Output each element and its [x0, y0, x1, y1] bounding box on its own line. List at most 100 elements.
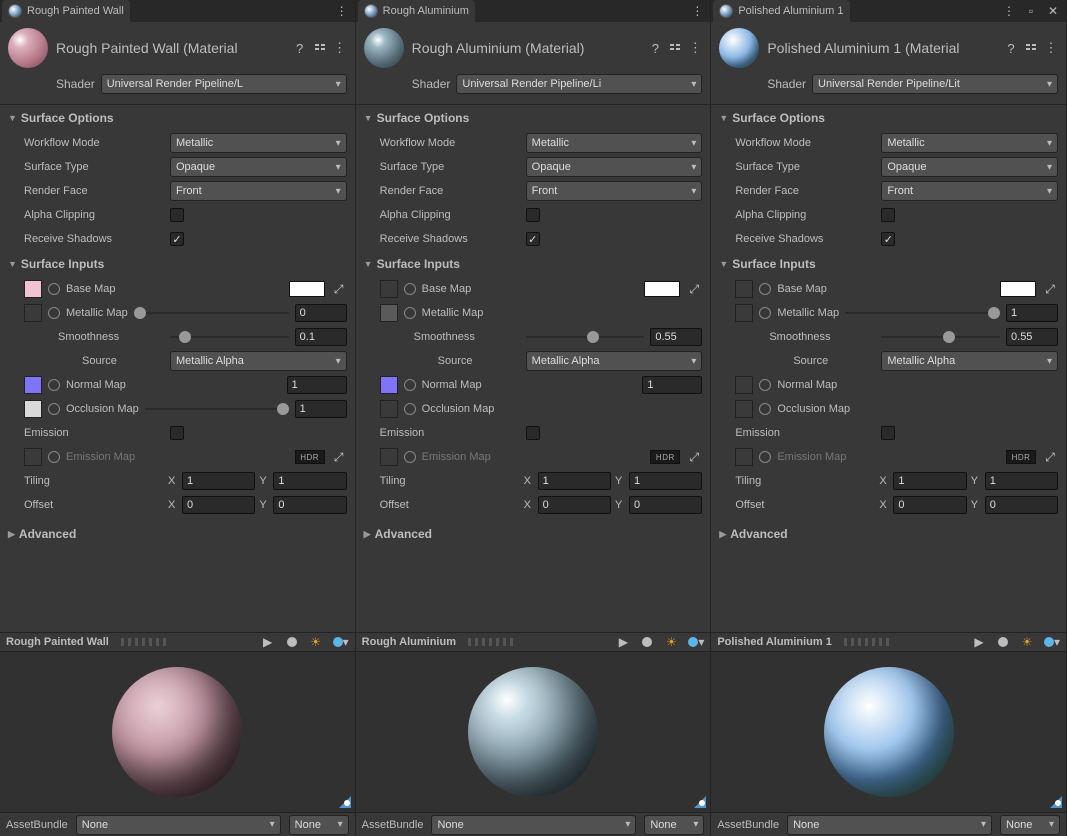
sphere-shape-icon[interactable]: [994, 633, 1012, 651]
occlusion-field[interactable]: 1: [295, 400, 347, 418]
receive-shadows-checkbox[interactable]: ✓: [881, 232, 895, 246]
object-picker-icon[interactable]: [48, 307, 60, 319]
play-icon[interactable]: ▶: [970, 633, 988, 651]
sphere-shape-icon[interactable]: [283, 633, 301, 651]
play-icon[interactable]: ▶: [614, 633, 632, 651]
assetbundle-dropdown[interactable]: None: [787, 815, 992, 835]
lighting-icon[interactable]: ☀: [662, 633, 680, 651]
assetbundle-variant-dropdown[interactable]: None: [289, 815, 349, 835]
normal-map-swatch[interactable]: [735, 376, 753, 394]
tag-icon[interactable]: [688, 790, 706, 808]
smoothness-field[interactable]: 0.1: [295, 328, 347, 346]
smoothness-slider[interactable]: [881, 330, 1000, 344]
preset-icon[interactable]: [1024, 41, 1038, 55]
normal-field[interactable]: 1: [287, 376, 347, 394]
smoothness-slider[interactable]: [170, 330, 289, 344]
help-icon[interactable]: ?: [648, 41, 662, 55]
surface-options-header[interactable]: ▼Surface Options: [711, 105, 1066, 131]
tiling-y[interactable]: 1: [985, 472, 1058, 490]
environment-icon[interactable]: ▾: [331, 633, 349, 651]
object-picker-icon[interactable]: [48, 403, 60, 415]
offset-x[interactable]: 0: [538, 496, 611, 514]
surface-type-dropdown[interactable]: Opaque: [881, 157, 1058, 177]
preview-viewport[interactable]: [356, 652, 711, 812]
tiling-x[interactable]: 1: [538, 472, 611, 490]
normal-map-swatch[interactable]: [24, 376, 42, 394]
metallic-field[interactable]: 1: [1006, 304, 1058, 322]
occlusion-map-swatch[interactable]: [735, 400, 753, 418]
more-icon[interactable]: ⋮: [688, 41, 702, 55]
alpha-clipping-checkbox[interactable]: [881, 208, 895, 222]
workflow-mode-dropdown[interactable]: Metallic: [526, 133, 703, 153]
offset-x[interactable]: 0: [893, 496, 966, 514]
sphere-shape-icon[interactable]: [638, 633, 656, 651]
advanced-header[interactable]: ▶Advanced: [711, 517, 1066, 541]
advanced-header[interactable]: ▶Advanced: [356, 517, 711, 541]
emission-checkbox[interactable]: [881, 426, 895, 440]
surface-inputs-header[interactable]: ▼ Surface Inputs: [0, 251, 355, 277]
base-map-swatch[interactable]: [380, 280, 398, 298]
eyedropper-icon[interactable]: ⤢: [331, 449, 347, 465]
environment-icon[interactable]: ▾: [686, 633, 704, 651]
base-map-color[interactable]: [289, 281, 325, 297]
workflow-mode-dropdown[interactable]: Metallic: [881, 133, 1058, 153]
help-icon[interactable]: ?: [1004, 41, 1018, 55]
metallic-field[interactable]: 0: [295, 304, 347, 322]
tiling-y[interactable]: 1: [273, 472, 346, 490]
object-picker-icon[interactable]: [48, 451, 60, 463]
surface-options-header[interactable]: ▼Surface Options: [356, 105, 711, 131]
metallic-map-swatch[interactable]: [380, 304, 398, 322]
surface-inputs-header[interactable]: ▼Surface Inputs: [356, 251, 711, 277]
source-dropdown[interactable]: Metallic Alpha: [526, 351, 703, 371]
render-face-dropdown[interactable]: Front: [170, 181, 347, 201]
eyedropper-icon[interactable]: ⤢: [1042, 281, 1058, 297]
smoothness-field[interactable]: 0.55: [1006, 328, 1058, 346]
offset-x[interactable]: 0: [182, 496, 255, 514]
normal-map-swatch[interactable]: [380, 376, 398, 394]
preset-icon[interactable]: [668, 41, 682, 55]
occlusion-map-swatch[interactable]: [380, 400, 398, 418]
source-dropdown[interactable]: Metallic Alpha: [881, 351, 1058, 371]
tab-menu-icon[interactable]: ⋮: [1002, 4, 1016, 18]
metallic-slider[interactable]: [845, 306, 1000, 320]
assetbundle-dropdown[interactable]: None: [76, 815, 281, 835]
surface-type-dropdown[interactable]: Opaque: [526, 157, 703, 177]
workflow-mode-dropdown[interactable]: Metallic: [170, 133, 347, 153]
object-picker-icon[interactable]: [48, 283, 60, 295]
emission-checkbox[interactable]: [526, 426, 540, 440]
tiling-x[interactable]: 1: [893, 472, 966, 490]
object-picker-icon[interactable]: [759, 283, 771, 295]
metallic-map-swatch[interactable]: [24, 304, 42, 322]
hdr-color[interactable]: HDR: [1006, 450, 1036, 464]
tab-menu-icon[interactable]: ⋮: [335, 4, 349, 18]
environment-icon[interactable]: ▾: [1042, 633, 1060, 651]
advanced-header[interactable]: ▶ Advanced: [0, 517, 355, 541]
shader-dropdown[interactable]: Universal Render Pipeline/Lit: [812, 74, 1058, 94]
normal-field[interactable]: 1: [642, 376, 702, 394]
alpha-clipping-checkbox[interactable]: [170, 208, 184, 222]
shader-dropdown[interactable]: Universal Render Pipeline/L: [101, 74, 347, 94]
preview-viewport[interactable]: [0, 652, 355, 812]
hdr-color[interactable]: HDR: [650, 450, 680, 464]
object-picker-icon[interactable]: [759, 379, 771, 391]
object-picker-icon[interactable]: [404, 379, 416, 391]
object-picker-icon[interactable]: [48, 379, 60, 391]
base-map-color[interactable]: [1000, 281, 1036, 297]
assetbundle-variant-dropdown[interactable]: None: [1000, 815, 1060, 835]
tag-icon[interactable]: [1044, 790, 1062, 808]
object-picker-icon[interactable]: [759, 451, 771, 463]
source-dropdown[interactable]: Metallic Alpha: [170, 351, 347, 371]
smoothness-slider[interactable]: [526, 330, 645, 344]
drag-handle-icon[interactable]: [121, 638, 169, 646]
lighting-icon[interactable]: ☀: [307, 633, 325, 651]
maximize-icon[interactable]: ▫: [1024, 4, 1038, 18]
tag-icon[interactable]: [333, 790, 351, 808]
object-picker-icon[interactable]: [404, 451, 416, 463]
drag-handle-icon[interactable]: [468, 638, 516, 646]
tiling-x[interactable]: 1: [182, 472, 255, 490]
occlusion-slider[interactable]: [145, 402, 289, 416]
preset-icon[interactable]: [313, 41, 327, 55]
more-icon[interactable]: ⋮: [1044, 41, 1058, 55]
shader-dropdown[interactable]: Universal Render Pipeline/Li: [456, 74, 702, 94]
eyedropper-icon[interactable]: ⤢: [331, 281, 347, 297]
